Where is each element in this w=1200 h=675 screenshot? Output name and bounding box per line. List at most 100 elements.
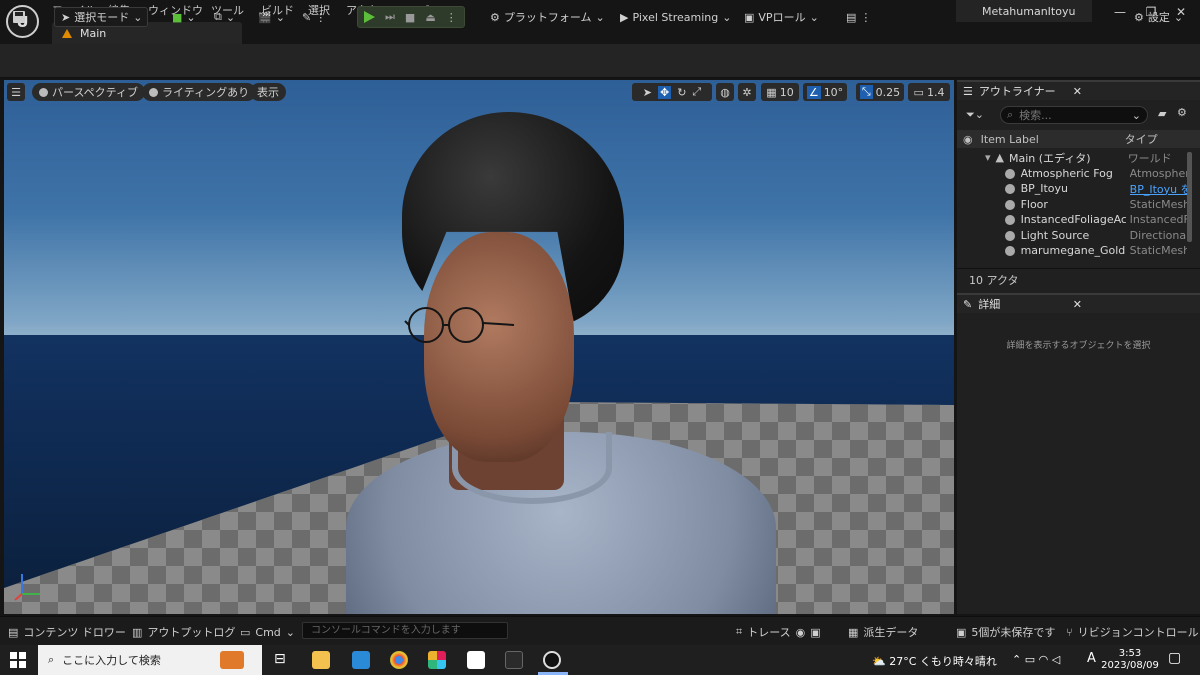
outliner-row[interactable]: Light Source Directionall <box>957 228 1187 244</box>
angle-snap-button[interactable]: ∠ 10° <box>803 83 847 101</box>
chevron-down-icon: ⌄ <box>595 10 605 24</box>
cursor-icon: ➤ <box>61 10 71 24</box>
column-item-label[interactable]: Item Label <box>981 133 1125 146</box>
outliner-header: ◉ Item Label タイプ <box>957 130 1200 148</box>
lighting-button[interactable]: ライティングあり <box>142 83 257 101</box>
slack-icon[interactable] <box>428 651 446 669</box>
camera-icon[interactable]: ▣ <box>810 626 820 639</box>
eject-icon[interactable]: ⏏ <box>425 11 435 24</box>
outliner-root-row[interactable]: ▾ ▲ Main (エディタ) ワールド <box>957 150 1187 166</box>
column-type[interactable]: タイプ <box>1125 131 1158 147</box>
grid-snap-button[interactable]: ▦ 10 <box>761 83 799 101</box>
static-mesh-icon <box>1005 245 1015 256</box>
play-icon[interactable] <box>364 11 375 23</box>
perspective-button[interactable]: パースペクティブ <box>32 83 146 101</box>
epic-games-icon[interactable] <box>505 651 523 669</box>
gear-icon[interactable]: ⚙ <box>1177 106 1187 119</box>
battery-icon[interactable]: ▭ <box>1025 653 1035 666</box>
clock-time: 3:53 <box>1118 648 1142 659</box>
eye-icon[interactable]: ◉ <box>963 133 973 146</box>
expand-icon[interactable]: ▾ <box>985 151 991 164</box>
outliner-row[interactable]: Floor StaticMesh <box>957 197 1187 213</box>
more-icon[interactable]: ⋮ <box>446 11 457 24</box>
select-mode-dropdown[interactable]: ➤ 選択モード ⌄ <box>54 7 148 27</box>
notion-icon[interactable] <box>467 651 485 669</box>
globe-icon: ◍ <box>720 85 730 99</box>
platform-button[interactable]: ⚙ プラットフォーム ⌄ <box>490 7 605 27</box>
cloud-sun-icon: ⛅ <box>872 655 886 668</box>
search-icon: ⌕ <box>48 653 55 666</box>
actor-count: 10 アクタ <box>957 268 1200 290</box>
rotate-tool-icon[interactable]: ↻ <box>677 86 686 99</box>
revision-control-button[interactable]: ⑂ リビジョンコントロール <box>1066 624 1199 640</box>
output-log-button[interactable]: ▥ アウトプットログ <box>132 624 235 640</box>
outliner-row[interactable]: marumegane_Gold StaticMesh <box>957 243 1187 259</box>
add-actor-button[interactable]: ■ ⌄ <box>172 7 196 27</box>
output-log-label: アウトプットログ <box>147 626 236 639</box>
wifi-icon[interactable]: ◠ <box>1039 653 1049 666</box>
task-view-icon[interactable]: ⊟ <box>274 651 292 669</box>
trace-label: トレース <box>747 626 791 639</box>
show-button[interactable]: 表示 <box>250 83 286 101</box>
scale-snap-button[interactable]: ⤡ 0.25 <box>856 83 904 101</box>
minimize-button[interactable]: — <box>1105 2 1135 22</box>
trace-button[interactable]: ⌗ トレース ◉ ▣ <box>736 624 821 640</box>
vp-role-button[interactable]: ▣ VPロール ⌄ <box>744 7 819 27</box>
chrome-icon[interactable] <box>390 651 408 669</box>
derived-data-button[interactable]: ▦ 派生データ <box>848 624 918 640</box>
viewport-menu-button[interactable]: ☰ <box>7 83 25 101</box>
row-type: StaticMesh <box>1129 244 1187 258</box>
device-button[interactable]: ▤ ⋮ <box>846 7 871 27</box>
weather-widget[interactable]: ⛅ 27°C くもり時々晴れ <box>872 653 997 669</box>
platform-label: プラットフォーム <box>503 11 592 24</box>
outliner-row[interactable]: BP_Itoyu BP_Itoyu を <box>957 181 1187 197</box>
tab-main-label: Main <box>80 26 107 40</box>
add-folder-icon[interactable]: ▰ <box>1158 107 1166 120</box>
chevron-up-icon[interactable]: ⌃ <box>1012 653 1021 666</box>
modes-button[interactable]: ✎ ⋮ <box>302 7 326 27</box>
stop-icon[interactable]: ■ <box>405 11 415 24</box>
world-local-button[interactable]: ◍ <box>716 83 734 101</box>
volume-icon[interactable]: ◁ <box>1052 653 1060 666</box>
close-icon[interactable]: ✕ <box>1073 85 1082 98</box>
blueprint-button[interactable]: ⧉ ⌄ <box>214 7 235 27</box>
row-type-link[interactable]: BP_Itoyu を <box>1130 181 1187 197</box>
filter-icon[interactable]: ⏷⌄ <box>966 108 984 122</box>
taskbar-clock[interactable]: 3:53 2023/08/09 <box>1100 648 1160 672</box>
tab-outliner[interactable]: ☰ アウトライナー ✕ <box>957 80 1200 100</box>
system-tray[interactable]: ⌃ ▭ ◠ ◁ <box>1012 653 1060 666</box>
select-tool-icon[interactable]: ➤ <box>643 86 652 99</box>
file-explorer-icon[interactable] <box>312 651 330 669</box>
outliner-icon: ☰ <box>963 84 973 98</box>
close-icon[interactable]: ✕ <box>1073 298 1082 311</box>
step-icon[interactable]: ⏭ <box>385 10 395 24</box>
unreal-editor-icon[interactable] <box>543 651 561 669</box>
unsaved-button[interactable]: ▣ 5個が未保存です <box>956 624 1055 640</box>
camera-icon: ▭ <box>913 85 924 99</box>
tab-details[interactable]: ✎ 詳細 ✕ <box>957 293 1200 313</box>
move-tool-icon[interactable]: ✥ <box>657 85 672 99</box>
console-input[interactable]: コンソールコマンドを入力します <box>302 622 508 639</box>
pixel-streaming-button[interactable]: ▶ Pixel Streaming ⌄ <box>620 7 731 27</box>
foliage-icon <box>1005 214 1015 225</box>
cinematics-button[interactable]: 🎬 ⌄ <box>258 7 285 27</box>
scale-tool-icon[interactable]: ⤢ <box>692 85 701 99</box>
ime-indicator[interactable]: A <box>1087 651 1096 666</box>
save-icon[interactable] <box>12 7 26 27</box>
content-drawer-button[interactable]: ▤ コンテンツ ドロワー <box>8 624 126 640</box>
outliner-row[interactable]: InstancedFoliageActo InstancedF <box>957 212 1187 228</box>
vscode-icon[interactable] <box>352 651 370 669</box>
outliner-search-input[interactable]: ⌕ 検索... ⌄ <box>1000 106 1148 124</box>
record-icon[interactable]: ◉ <box>796 626 806 639</box>
notification-icon[interactable]: ▢ <box>1168 650 1181 666</box>
outliner-scrollbar[interactable] <box>1187 152 1192 242</box>
level-viewport[interactable]: ☰ パースペクティブ ライティングあり 表示 ➤ ✥ ↻ ⤢ ◍ ✲ ▦ 10 … <box>4 80 954 614</box>
settings-button[interactable]: ⚙ 設定 ⌄ <box>1134 7 1183 27</box>
camera-speed-value: 1.4 <box>926 85 945 99</box>
taskbar-search-input[interactable]: ⌕ ここに入力して検索 <box>38 645 262 675</box>
camera-speed-button[interactable]: ▭ 1.4 <box>908 83 950 101</box>
surface-snap-button[interactable]: ✲ <box>738 83 756 101</box>
outliner-row[interactable]: Atmospheric Fog Atmospher <box>957 166 1187 182</box>
cmd-dropdown[interactable]: ▭ Cmd ⌄ <box>240 624 295 640</box>
windows-start-icon[interactable] <box>10 652 26 668</box>
